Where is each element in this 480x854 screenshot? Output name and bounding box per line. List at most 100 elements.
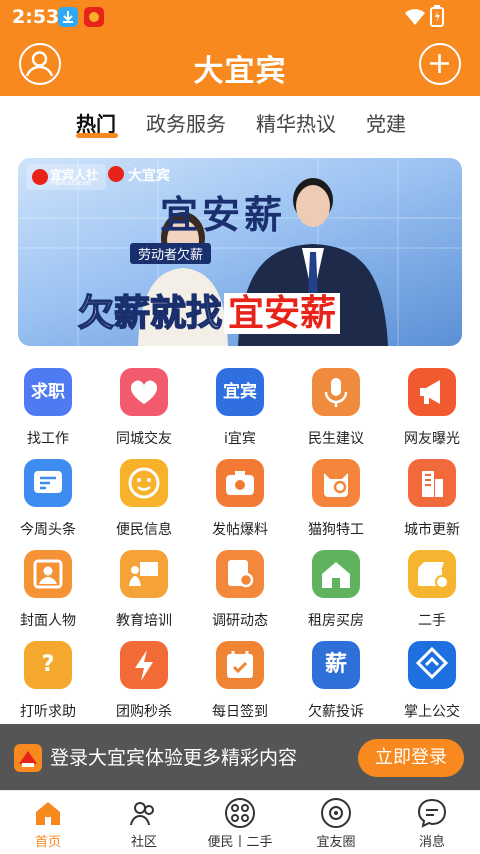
question-icon: ? [24, 641, 72, 689]
calendar-icon [216, 641, 264, 689]
category-tabs: 热门 政务服务 精华热议 党建 [0, 96, 480, 148]
login-button[interactable]: 立即登录 [358, 739, 464, 777]
wage-icon: 薪 [312, 641, 360, 689]
grid-item-label: 调研动态 [212, 613, 268, 629]
nav-item-label: 首页 [34, 835, 61, 850]
grid-item[interactable]: 二手 [384, 544, 480, 634]
banner-headline-b: 宜安薪 [224, 293, 341, 334]
grid-item[interactable]: 民生建议 [288, 362, 384, 452]
grid-item-label: 教育培训 [116, 613, 172, 629]
banner-headline-a: 欠薪就找 [77, 292, 223, 335]
teacher-icon [120, 550, 168, 598]
banner-logo-left-sub: YIBIN RENSHE [50, 180, 93, 187]
grid-item[interactable]: 城市更新 [384, 453, 480, 543]
app-header: 大宜宾 [0, 34, 480, 96]
plus-icon [430, 54, 449, 73]
tab-government[interactable]: 政务服务 [146, 108, 226, 137]
add-button[interactable] [419, 43, 461, 85]
nav-item[interactable]: 社区 [96, 791, 192, 854]
grid-item[interactable]: 猫狗特工 [288, 453, 384, 543]
nav-item-label: 社区 [130, 835, 157, 850]
nav-item[interactable]: 首页 [0, 791, 96, 854]
camera-icon [216, 459, 264, 507]
grid-item-label: 租房买房 [308, 613, 364, 629]
grid-item-label: 每日签到 [212, 704, 268, 720]
megaphone-icon [408, 368, 456, 416]
grid-item-label: 欠薪投诉 [308, 704, 364, 720]
bottom-navigation: 首页 社区 便民丨二手 宜友圈 消息 [0, 790, 480, 853]
nav-item-label: 宜友圈 [316, 835, 356, 850]
nav-item-label: 便民丨二手 [207, 835, 273, 850]
grid-item[interactable]: 团购秒杀 [96, 635, 192, 725]
grid-item-label: 猫狗特工 [308, 522, 364, 538]
banner-headline: 欠薪就找 宜安薪 [77, 284, 341, 336]
iyibin-icon: 宜宾 [216, 368, 264, 416]
job-icon: 求职 [24, 368, 72, 416]
grid-item[interactable]: 网友曝光 [384, 362, 480, 452]
services-icon [224, 797, 256, 829]
grid-item[interactable]: 今周头条 [0, 453, 96, 543]
grid-item-label: i宜宾 [224, 431, 256, 447]
research-icon [216, 550, 264, 598]
grid-item-label: 今周头条 [20, 522, 76, 538]
banner-brand: 宜安薪 [160, 193, 287, 237]
grid-item[interactable]: 调研动态 [192, 544, 288, 634]
grid-item[interactable]: 同城交友 [96, 362, 192, 452]
battery-icon [430, 5, 444, 31]
grid-item-label: 民生建议 [308, 431, 364, 447]
grid-item[interactable]: 发帖爆料 [192, 453, 288, 543]
grid-item[interactable]: 掌上公交 [384, 635, 480, 725]
home-icon [32, 797, 64, 829]
grid-item[interactable]: 薪欠薪投诉 [288, 635, 384, 725]
grid-item-label: 便民信息 [116, 522, 172, 538]
grid-item[interactable]: 租房买房 [288, 544, 384, 634]
portrait-icon [24, 550, 72, 598]
grid-item[interactable]: 教育培训 [96, 544, 192, 634]
wifi-icon [404, 7, 426, 31]
grid-item-label: 二手 [418, 613, 446, 629]
tab-featured[interactable]: 精华热议 [256, 108, 336, 137]
lightning-icon [120, 641, 168, 689]
nav-item-label: 消息 [418, 835, 445, 850]
smile-icon [120, 459, 168, 507]
active-tab-indicator [76, 133, 118, 138]
grid-item-label: 城市更新 [404, 522, 460, 538]
nav-item[interactable]: 宜友圈 [288, 791, 384, 854]
app-logo-icon [14, 744, 42, 772]
promo-banner[interactable]: 宜宾人社 YIBIN RENSHE 大宜宾 宜安薪 劳动者欠薪 欠薪就找 宜安薪 [18, 158, 462, 346]
login-prompt-text: 登录大宜宾体验更多精彩内容 [50, 747, 298, 769]
status-time: 2:53 [12, 6, 60, 28]
grid-item-label: 团购秒杀 [116, 704, 172, 720]
grid-item[interactable]: 宜宾 i宜宾 [192, 362, 288, 452]
grid-item-label: 发帖爆料 [212, 522, 268, 538]
circle-icon [320, 797, 352, 829]
grid-item-label: 打听求助 [20, 704, 76, 720]
grid-item-label: 同城交友 [116, 431, 172, 447]
download-icon [58, 7, 78, 27]
app-notification-icon [84, 7, 104, 27]
grid-item-label: 找工作 [27, 431, 69, 447]
grid-item[interactable]: 便民信息 [96, 453, 192, 543]
grid-item[interactable]: 每日签到 [192, 635, 288, 725]
heart-icon [120, 368, 168, 416]
tab-party[interactable]: 党建 [366, 108, 406, 137]
nav-item[interactable]: 消息 [384, 791, 480, 854]
house-icon [312, 550, 360, 598]
community-icon [128, 797, 160, 829]
nav-item[interactable]: 便民丨二手 [192, 791, 288, 854]
bus-icon [408, 641, 456, 689]
headline-icon [24, 459, 72, 507]
grid-item-label: 网友曝光 [404, 431, 460, 447]
box-icon [408, 550, 456, 598]
building-icon [408, 459, 456, 507]
banner-subtitle: 劳动者欠薪 [130, 243, 212, 264]
app-title: 大宜宾 [193, 54, 287, 89]
grid-item[interactable]: 求职 找工作 [0, 362, 96, 452]
cat-icon [312, 459, 360, 507]
grid-item-label: 掌上公交 [404, 704, 460, 720]
grid-item[interactable]: 封面人物 [0, 544, 96, 634]
status-bar: 2:53 [0, 0, 480, 34]
grid-item[interactable]: ? 打听求助 [0, 635, 96, 725]
message-icon [416, 797, 448, 829]
banner-logo-right: 大宜宾 [128, 168, 170, 184]
